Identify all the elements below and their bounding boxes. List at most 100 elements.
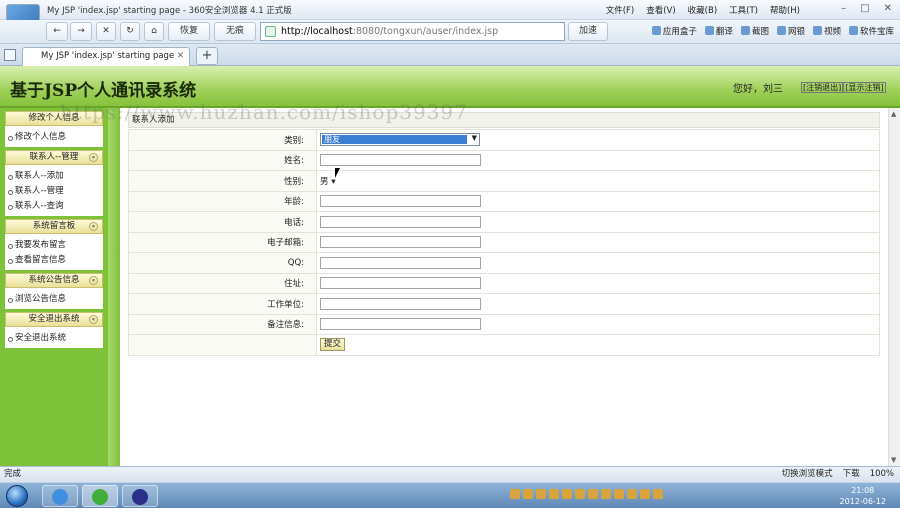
scroll-down-icon[interactable]: ▼ — [891, 456, 896, 464]
taskbar-360-browser-button[interactable] — [82, 485, 118, 507]
nav-group-title[interactable]: 系统公告信息 « — [5, 273, 103, 288]
menu-tools[interactable]: 工具(T) — [729, 4, 758, 16]
tray-icon[interactable] — [575, 489, 585, 499]
start-button-icon[interactable] — [6, 485, 28, 507]
tray-icon[interactable] — [601, 489, 611, 499]
nav-item-contact-search[interactable]: 联系人--查询 — [5, 199, 103, 214]
category-select[interactable]: 朋友 ▼ — [320, 133, 480, 147]
tool-software[interactable]: 软件宝库 — [849, 25, 894, 37]
nav-group-title[interactable]: 联系人--管理 « — [5, 150, 103, 165]
name-input[interactable] — [320, 154, 481, 167]
home-button[interactable]: ⌂ — [144, 22, 164, 41]
nav-item-view-messages[interactable]: 查看留言信息 — [5, 253, 103, 268]
tool-screenshot[interactable]: 截图 — [741, 25, 769, 37]
tab-index-page[interactable]: My JSP 'index.jsp' starting page ✕ — [22, 47, 190, 66]
tool-app-box[interactable]: 应用盒子 — [652, 25, 697, 37]
nav-group-title[interactable]: 安全退出系统 « — [5, 312, 103, 327]
close-tab-icon[interactable]: ✕ — [177, 48, 184, 65]
forward-button[interactable]: → — [70, 22, 92, 41]
form-row-email: 电子邮箱: — [128, 231, 880, 253]
nav-group-title[interactable]: 系统留言板 « — [5, 219, 103, 234]
tool-video[interactable]: 视频 — [813, 25, 841, 37]
email-input[interactable] — [320, 236, 481, 249]
collapse-icon[interactable]: « — [89, 276, 98, 285]
form-row-submit: 提交 — [128, 334, 880, 356]
download-button[interactable]: 下载 — [843, 467, 860, 481]
back-button[interactable]: ← — [46, 22, 68, 41]
tool-translate[interactable]: 翻译 — [705, 25, 733, 37]
tray-icon[interactable] — [640, 489, 650, 499]
dropdown-arrow-icon: ▼ — [471, 134, 477, 143]
collapse-icon[interactable]: « — [89, 153, 98, 162]
vertical-scrollbar[interactable]: ▲ ▼ — [888, 108, 900, 466]
address-label: 住址: — [128, 272, 317, 294]
tray-icon[interactable] — [614, 489, 624, 499]
taskbar-clock[interactable]: 21:08 2012-06-12 — [840, 485, 887, 507]
contact-add-form: 类别: 朋友 ▼ 姓名: 性别: 男 ▾ 年龄: 电话: 电子邮箱: QQ: 住址… — [128, 129, 880, 356]
phone-input[interactable] — [320, 215, 481, 228]
tray-icon[interactable] — [562, 489, 572, 499]
tray-icon[interactable] — [653, 489, 663, 499]
menu-view[interactable]: 查看(V) — [646, 4, 675, 16]
minimize-icon[interactable]: – — [841, 3, 846, 14]
show-logout-link[interactable]: [显示注销] — [843, 82, 886, 93]
age-input[interactable] — [320, 195, 481, 208]
qq-label: QQ: — [128, 252, 317, 274]
accelerate-button[interactable]: 加速 — [568, 22, 608, 41]
tray-icon[interactable] — [523, 489, 533, 499]
form-row-work: 工作单位: — [128, 293, 880, 315]
nav-item-browse-notices[interactable]: 浏览公告信息 — [5, 292, 103, 307]
taskbar-ie-button[interactable] — [42, 485, 78, 507]
left-nav: 修改个人信息 修改个人信息 联系人--管理 « 联系人--添加 联系人--管理 联… — [0, 108, 120, 466]
gender-select[interactable]: 男 ▾ — [320, 177, 336, 187]
notrace-button[interactable]: 无痕 — [214, 22, 256, 41]
logout-link[interactable]: [注销退出] — [801, 82, 844, 93]
zoom-level[interactable]: 100% — [870, 467, 894, 481]
address-input[interactable] — [320, 277, 481, 290]
user-greeting: 您好，刘三 — [733, 84, 783, 95]
status-bar: 完成 切换浏览模式 下载 100% — [0, 466, 900, 482]
close-window-icon[interactable]: ✕ — [884, 3, 892, 14]
site-title: 基于JSP个人通讯录系统 — [10, 81, 197, 101]
nav-group-exit: 安全退出系统 « 安全退出系统 — [5, 312, 103, 348]
note-input[interactable] — [320, 318, 481, 331]
dropdown-arrow-icon: ▾ — [331, 176, 336, 187]
menu-help[interactable]: 帮助(H) — [770, 4, 800, 16]
sidebar-toggle-icon[interactable] — [4, 49, 16, 61]
maximize-icon[interactable]: □ — [860, 3, 869, 14]
browser-360-icon — [92, 489, 108, 505]
gender-label: 性别: — [128, 170, 317, 192]
collapse-icon[interactable]: « — [89, 315, 98, 324]
qq-input[interactable] — [320, 256, 481, 269]
nav-item-contact-manage[interactable]: 联系人--管理 — [5, 184, 103, 199]
clock-time: 21:08 — [851, 486, 875, 495]
tray-icon[interactable] — [536, 489, 546, 499]
menu-favorites[interactable]: 收藏(B) — [688, 4, 717, 16]
taskbar-eclipse-button[interactable] — [122, 485, 158, 507]
category-selected-value: 朋友 — [322, 135, 467, 145]
work-input[interactable] — [320, 297, 481, 310]
refresh-button[interactable]: ↻ — [120, 22, 140, 41]
new-tab-button[interactable]: + — [196, 47, 218, 65]
nav-item-safe-exit[interactable]: 安全退出系统 — [5, 331, 103, 346]
menu-file[interactable]: 文件(F) — [606, 4, 635, 16]
header-links: [注销退出] [显示注销] — [801, 82, 886, 93]
nav-group-contacts: 联系人--管理 « 联系人--添加 联系人--管理 联系人--查询 — [5, 150, 103, 216]
submit-button[interactable]: 提交 — [320, 338, 346, 352]
tray-icon[interactable] — [510, 489, 520, 499]
tray-icon[interactable] — [627, 489, 637, 499]
nav-item-contact-add[interactable]: 联系人--添加 — [5, 169, 103, 184]
collapse-icon[interactable]: « — [89, 222, 98, 231]
nav-item-post-message[interactable]: 我要发布留言 — [5, 238, 103, 253]
nav-item-edit-profile[interactable]: 修改个人信息 — [5, 130, 103, 145]
form-row-note: 备注信息: — [128, 313, 880, 335]
note-label: 备注信息: — [128, 313, 317, 335]
stop-button[interactable]: ✕ — [96, 22, 116, 41]
address-bar[interactable]: http://localhost:8080/tongxun/auser/inde… — [260, 22, 565, 41]
scroll-up-icon[interactable]: ▲ — [891, 110, 896, 118]
tool-bank[interactable]: 网银 — [777, 25, 805, 37]
switch-mode-button[interactable]: 切换浏览模式 — [782, 467, 833, 481]
tray-icon[interactable] — [549, 489, 559, 499]
tray-icon[interactable] — [588, 489, 598, 499]
restore-button[interactable]: 恢复 — [168, 22, 210, 41]
